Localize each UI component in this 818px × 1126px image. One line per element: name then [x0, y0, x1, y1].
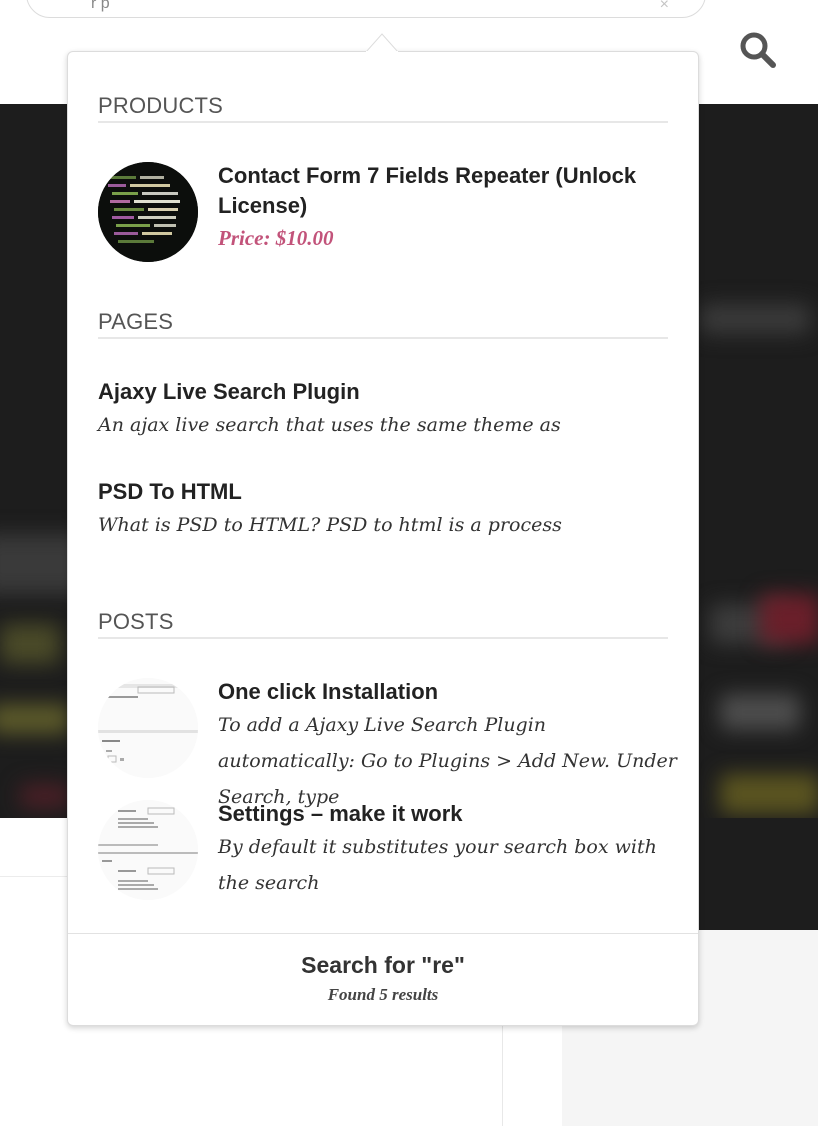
page-excerpt: An ajax live search that uses the same t…	[98, 414, 561, 436]
search-summary-footer[interactable]: Search for "re" Found 5 results	[68, 933, 698, 1025]
divider	[0, 876, 68, 877]
product-title[interactable]: Contact Form 7 Fields Repeater (Unlock L…	[218, 161, 668, 221]
search-results-dropdown: PRODUCTS Contact Form 7 Fields Repeater …	[67, 51, 699, 1026]
page-title[interactable]: PSD To HTML	[98, 477, 668, 507]
search-input[interactable]: r p ×	[26, 0, 706, 18]
post-excerpt: By default it substitutes your search bo…	[218, 836, 657, 894]
search-for-link[interactable]: Search for "re"	[68, 952, 698, 979]
search-input-text: r p	[91, 0, 110, 12]
result-count: Found 5 results	[327, 985, 439, 1004]
section-heading-pages: PAGES	[98, 309, 668, 339]
post-thumbnail	[98, 678, 198, 778]
post-title[interactable]: Settings – make it work	[218, 799, 668, 829]
divider	[502, 1026, 503, 1126]
product-thumbnail	[98, 162, 198, 262]
dropdown-arrow	[366, 33, 398, 52]
post-title[interactable]: One click Installation	[218, 677, 668, 707]
section-heading-products: PRODUCTS	[98, 93, 668, 123]
search-icon	[740, 32, 776, 68]
page-title[interactable]: Ajaxy Live Search Plugin	[98, 377, 668, 407]
hero-background-extension	[698, 818, 818, 930]
clear-icon[interactable]: ×	[660, 0, 669, 13]
section-heading-posts: POSTS	[98, 609, 668, 639]
product-price: Price: $10.00	[218, 226, 334, 250]
page-excerpt: What is PSD to HTML? PSD to html is a pr…	[98, 514, 562, 536]
post-thumbnail	[98, 800, 198, 900]
search-button[interactable]	[738, 30, 778, 70]
